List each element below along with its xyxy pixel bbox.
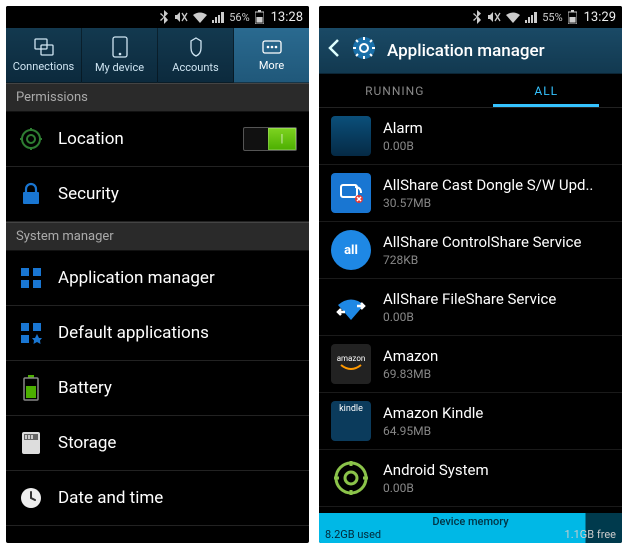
row-label: Security bbox=[58, 184, 119, 204]
app-name: Amazon bbox=[383, 347, 438, 365]
header-title: Application manager bbox=[387, 41, 545, 61]
row-label: Storage bbox=[58, 433, 116, 453]
app-size: 30.57MB bbox=[383, 196, 593, 210]
tab-label: Connections bbox=[13, 60, 74, 73]
app-size: 0.00B bbox=[383, 310, 556, 324]
more-icon bbox=[260, 38, 284, 56]
app-row[interactable]: AllShare FileShare Service 0.00B bbox=[319, 279, 622, 336]
app-size: 0.00B bbox=[383, 481, 489, 495]
location-toggle[interactable] bbox=[243, 127, 297, 151]
settings-tabs: Connections My device Accounts More bbox=[6, 28, 309, 83]
app-header: Application manager bbox=[319, 28, 622, 74]
app-icon-amazon: amazon bbox=[331, 344, 371, 384]
app-name: AllShare Cast Dongle S/W Upd.. bbox=[383, 176, 593, 194]
storage-free: 1.1GB free bbox=[565, 528, 616, 541]
app-size: 0.00B bbox=[383, 139, 423, 153]
clock-icon bbox=[18, 485, 44, 511]
battery-icon bbox=[568, 10, 577, 24]
section-system: System manager bbox=[6, 222, 309, 251]
wifi-icon bbox=[193, 12, 207, 23]
row-label: Default applications bbox=[58, 323, 209, 343]
row-battery[interactable]: Battery bbox=[6, 361, 309, 416]
app-manager-screen: 55% 13:29 Application manager RUNNING AL… bbox=[319, 6, 622, 543]
app-size: 728KB bbox=[383, 253, 581, 267]
tab-label: More bbox=[259, 59, 284, 72]
app-manager-tabs: RUNNING ALL bbox=[319, 74, 622, 108]
battery-row-icon bbox=[18, 375, 44, 401]
signal-icon bbox=[525, 12, 537, 23]
tab-running[interactable]: RUNNING bbox=[319, 74, 471, 107]
status-bar: 55% 13:29 bbox=[319, 6, 622, 28]
tab-label: My device bbox=[95, 61, 144, 74]
storage-icon bbox=[18, 430, 44, 456]
app-name: AllShare ControlShare Service bbox=[383, 233, 581, 251]
location-icon bbox=[18, 126, 44, 152]
app-name: AllShare FileShare Service bbox=[383, 290, 556, 308]
row-label: Location bbox=[58, 129, 124, 149]
storage-label: Device memory bbox=[432, 515, 508, 528]
app-icon-android-system bbox=[331, 458, 371, 498]
storage-used: 8.2GB used bbox=[325, 528, 381, 541]
connections-icon bbox=[33, 37, 55, 57]
mute-icon bbox=[174, 11, 188, 23]
security-icon bbox=[18, 181, 44, 207]
app-row[interactable]: kindle Amazon Kindle 64.95MB bbox=[319, 393, 622, 450]
bluetooth-icon bbox=[473, 10, 482, 24]
row-date-time[interactable]: Date and time bbox=[6, 471, 309, 526]
app-icon-kindle: kindle bbox=[331, 401, 371, 441]
tab-connections[interactable]: Connections bbox=[6, 28, 82, 83]
app-row[interactable]: Alarm 0.00B bbox=[319, 108, 622, 165]
app-icon-allshare-cast bbox=[331, 173, 371, 213]
section-permissions: Permissions bbox=[6, 83, 309, 112]
app-row[interactable]: all AllShare ControlShare Service 728KB bbox=[319, 222, 622, 279]
app-icon-alarm bbox=[331, 116, 371, 156]
storage-usage-bar: Device memory 8.2GB used 1.1GB free bbox=[319, 513, 622, 543]
row-label: Date and time bbox=[58, 488, 163, 508]
app-icon-allshare-control: all bbox=[331, 230, 371, 270]
settings-screen: 56% 13:28 Connections My device Accounts… bbox=[6, 6, 309, 543]
app-row[interactable]: Android System 0.00B bbox=[319, 450, 622, 507]
bluetooth-icon bbox=[160, 10, 169, 24]
app-size: 69.83MB bbox=[383, 367, 438, 381]
tab-more[interactable]: More bbox=[234, 28, 309, 83]
row-application-manager[interactable]: Application manager bbox=[6, 251, 309, 306]
battery-percent: 56% bbox=[229, 11, 249, 24]
tab-my-device[interactable]: My device bbox=[82, 28, 158, 83]
status-bar: 56% 13:28 bbox=[6, 6, 309, 28]
app-name: Android System bbox=[383, 461, 489, 479]
apps-icon bbox=[18, 265, 44, 291]
app-name: Alarm bbox=[383, 119, 423, 137]
default-apps-icon bbox=[18, 320, 44, 346]
row-label: Application manager bbox=[58, 268, 215, 288]
app-row[interactable]: AllShare Cast Dongle S/W Upd.. 30.57MB bbox=[319, 165, 622, 222]
row-location[interactable]: Location bbox=[6, 112, 309, 167]
dev-options-icon: { } bbox=[18, 540, 44, 543]
app-icon-allshare-fileshare bbox=[331, 287, 371, 327]
app-row[interactable]: amazon Amazon 69.83MB bbox=[319, 336, 622, 393]
clock: 13:28 bbox=[271, 10, 303, 25]
wifi-icon bbox=[506, 12, 520, 23]
tab-all[interactable]: ALL bbox=[471, 74, 623, 107]
clock: 13:29 bbox=[584, 10, 616, 25]
row-label: Battery bbox=[58, 378, 112, 398]
row-default-applications[interactable]: Default applications bbox=[6, 306, 309, 361]
back-button[interactable] bbox=[327, 38, 341, 63]
accounts-icon bbox=[187, 36, 205, 58]
settings-gear-icon[interactable] bbox=[351, 35, 377, 66]
signal-icon bbox=[212, 12, 224, 23]
mute-icon bbox=[487, 11, 501, 23]
app-size: 64.95MB bbox=[383, 424, 483, 438]
battery-percent: 55% bbox=[542, 11, 562, 24]
app-name: Amazon Kindle bbox=[383, 404, 483, 422]
tab-label: Accounts bbox=[172, 61, 218, 74]
device-icon bbox=[112, 36, 128, 58]
app-list[interactable]: Alarm 0.00B AllShare Cast Dongle S/W Upd… bbox=[319, 108, 622, 538]
battery-icon bbox=[255, 10, 264, 24]
tab-accounts[interactable]: Accounts bbox=[158, 28, 234, 83]
row-security[interactable]: Security bbox=[6, 167, 309, 222]
row-developer-options[interactable]: { } Developer options bbox=[6, 526, 309, 543]
row-storage[interactable]: Storage bbox=[6, 416, 309, 471]
